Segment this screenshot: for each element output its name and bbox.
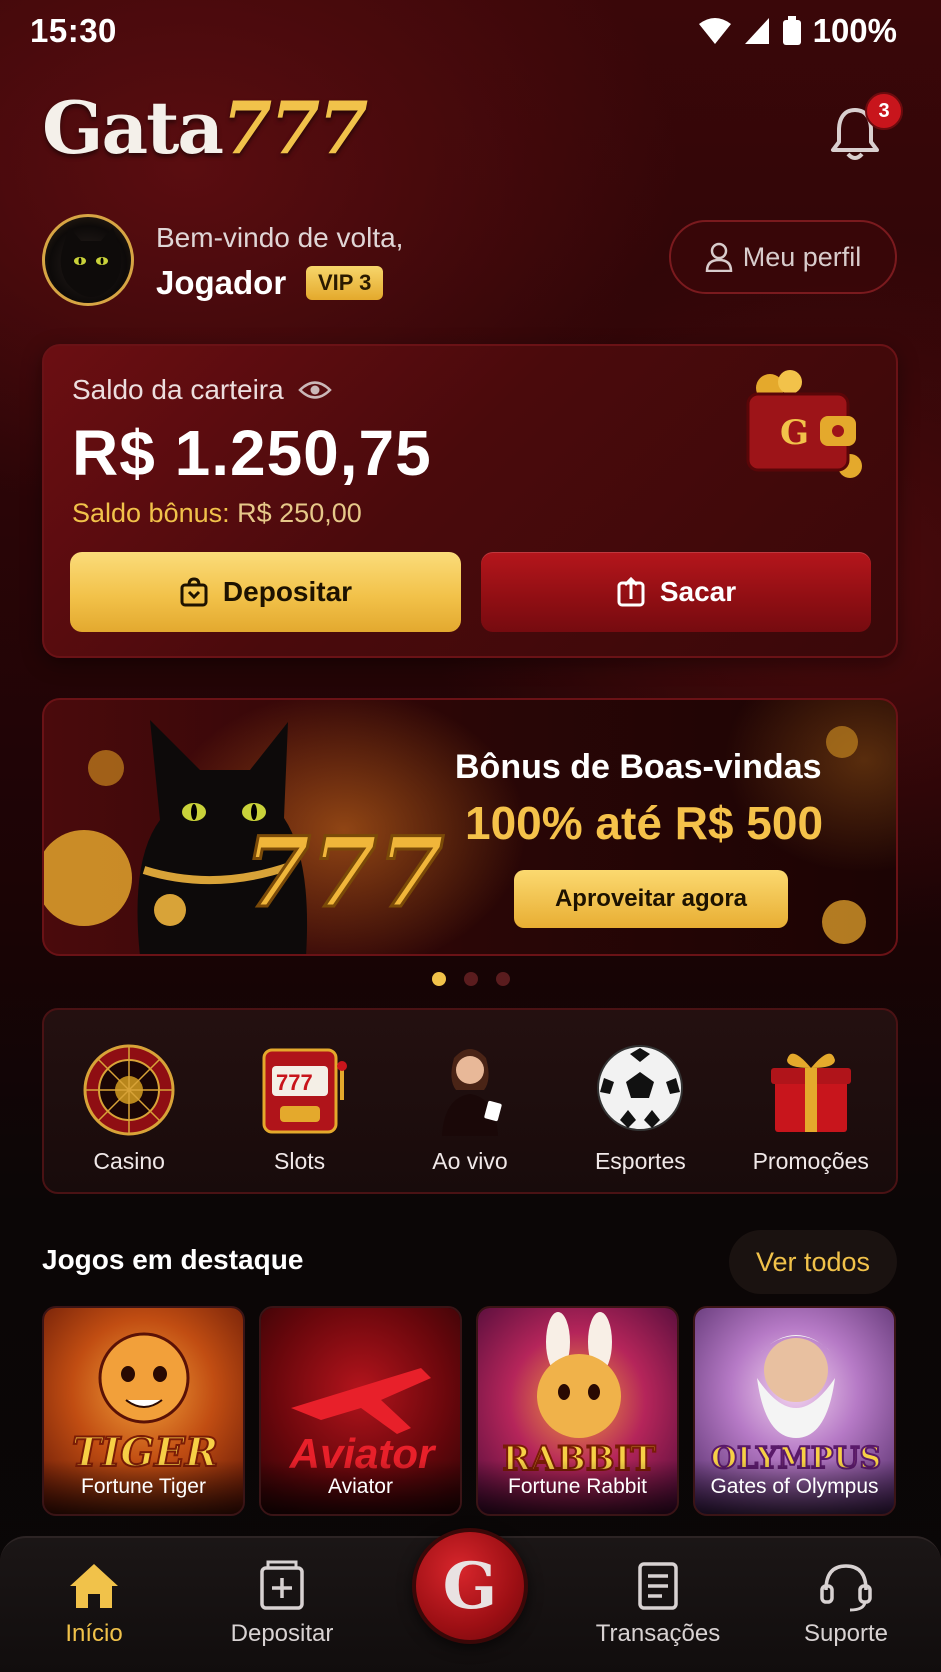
category-promotions[interactable]: Promoções [731,1040,891,1192]
game-card-gates-of-olympus[interactable]: OLYMPUS Gates of Olympus [693,1306,896,1516]
nav-deposit[interactable]: Depositar [202,1558,362,1648]
nav-transactions[interactable]: Transações [578,1558,738,1648]
category-label: Promoções [752,1148,869,1174]
svg-text:777: 777 [276,1070,313,1095]
deposit-button-label: Depositar [222,576,353,607]
nav-support[interactable]: Suporte [766,1558,926,1648]
gift-icon [770,1053,851,1132]
game-name: Fortune Rabbit [478,1460,677,1514]
logo-text-777: 777 [222,85,368,170]
status-time: 15:30 [30,12,117,49]
game-card-fortune-tiger[interactable]: TIGER Fortune Tiger [42,1306,245,1516]
vip-badge: VIP 3 [306,266,384,300]
carousel-dot-2[interactable] [464,972,478,986]
battery-percent: 100% [812,12,897,49]
bonus-balance: Saldo bônus: R$ 250,00 [72,498,362,529]
game-card-aviator[interactable]: Aviator Aviator [259,1306,462,1516]
game-name: Gates of Olympus [695,1460,894,1514]
category-label: Casino [93,1148,165,1174]
featured-games-row: TIGER Fortune Tiger Aviator Aviator RABB… [42,1306,896,1516]
soccer-ball-icon [597,1045,684,1131]
bonus-label: Saldo bônus: [72,498,230,528]
app-logo: Gata777 [42,92,368,164]
live-dealer-icon [441,1049,502,1136]
carousel-dot-3[interactable] [496,972,510,986]
deposit-icon [260,1560,304,1610]
featured-title: Jogos em destaque [42,1244,304,1275]
deposit-bag-icon [180,577,208,607]
transactions-icon [638,1562,678,1610]
slot-machine-icon: 777 [262,1048,347,1134]
nav-label: Transações [595,1620,721,1647]
my-profile-label: Meu perfil [742,241,862,272]
deposit-button[interactable]: Depositar [70,552,461,632]
category-bar: Casino 777 Slots Ao vivo Esportes Promoç… [42,1008,898,1194]
category-label: Esportes [594,1148,686,1174]
svg-text:G: G [780,413,809,453]
game-card-fortune-rabbit[interactable]: RABBIT Fortune Rabbit [476,1306,679,1516]
carousel-dots [432,972,510,986]
welcome-text: Bem-vindo de volta, [156,222,404,253]
notification-badge: 3 [865,92,903,130]
player-name: Jogador [156,264,287,301]
category-casino[interactable]: Casino [49,1040,209,1192]
wallet-label: Saldo da carteira [72,374,332,406]
roulette-icon [83,1044,175,1136]
see-all-button[interactable]: Ver todos [729,1230,897,1294]
home-icon [70,1564,118,1608]
wallet-label-text: Saldo da carteira [72,374,284,405]
battery-icon [782,16,801,45]
banner-title: Bônus de Boas-vindas [455,748,822,786]
withdraw-button-label: Sacar [659,576,737,607]
status-icons: 100% [697,12,897,50]
claim-bonus-button[interactable]: Aproveitar agora [514,870,788,928]
nav-label: Início [65,1620,123,1647]
category-live[interactable]: Ao vivo [390,1040,550,1192]
category-sports[interactable]: Esportes [560,1040,720,1192]
withdraw-icon [617,577,645,607]
banner-amount: 100% até R$ 500 [465,797,824,849]
nav-home[interactable]: Início [14,1558,174,1648]
wallet-balance: R$ 1.250,75 [72,417,432,489]
category-label: Slots [274,1148,326,1174]
bonus-value: R$ 250,00 [237,498,362,528]
wifi-icon [698,18,731,44]
logo-text-gata: Gata [42,85,224,170]
nav-label: Depositar [230,1620,334,1647]
category-label: Ao vivo [432,1148,508,1174]
category-slots[interactable]: 777 Slots [220,1040,380,1192]
game-name: Fortune Tiger [44,1460,243,1514]
withdraw-button[interactable]: Sacar [481,552,871,632]
avatar[interactable] [42,214,134,306]
my-profile-button[interactable]: Meu perfil [669,220,897,294]
wallet-coins-icon: G [746,370,862,478]
support-headset-icon [820,1564,872,1612]
center-g-button[interactable]: G [412,1528,528,1644]
eye-icon[interactable] [297,379,332,401]
signal-icon [744,18,769,44]
user-icon [705,242,732,272]
game-name: Aviator [261,1460,460,1514]
svg-text:777: 777 [244,816,444,929]
carousel-dot-1[interactable] [432,972,446,986]
nav-label: Suporte [803,1620,889,1647]
